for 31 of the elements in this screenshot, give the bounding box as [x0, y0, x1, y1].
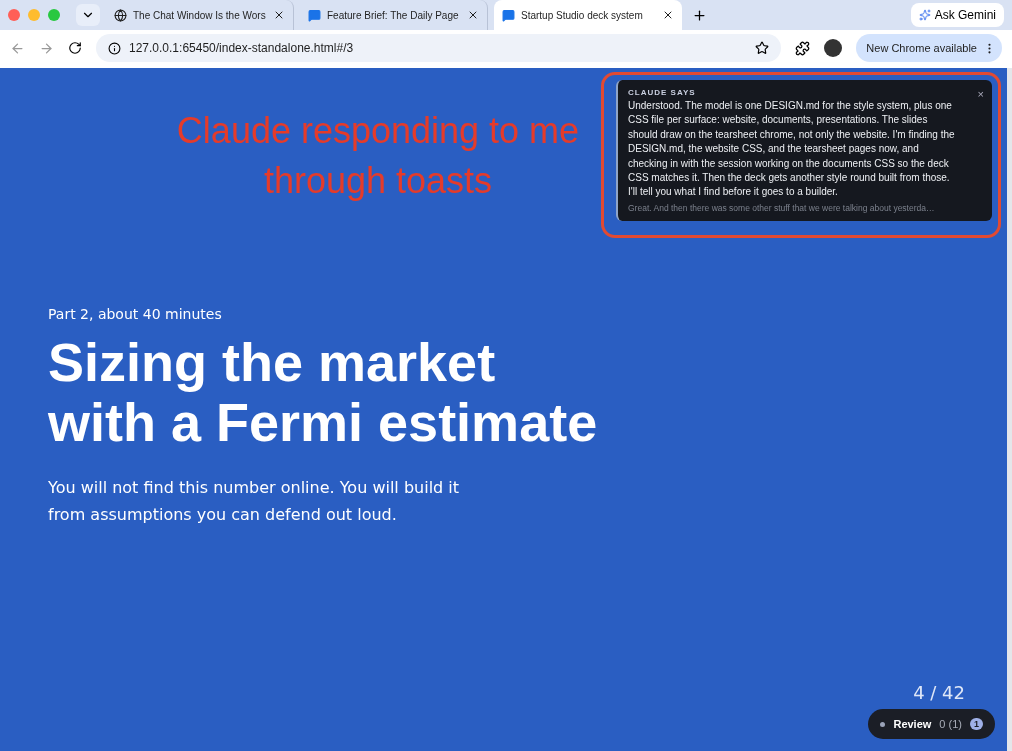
toast-preview: Great. And then there was some other stuff that we were talking about yesterda… [628, 202, 936, 213]
reload-icon[interactable] [68, 41, 82, 55]
ask-gemini-button[interactable]: Ask Gemini [910, 3, 1004, 27]
close-tab-icon[interactable] [273, 9, 285, 21]
globe-icon [114, 8, 127, 22]
slide-eyebrow: Part 2, about 40 minutes [48, 306, 223, 322]
close-tab-icon[interactable] [662, 9, 674, 21]
tab-search-button[interactable] [76, 4, 100, 26]
info-icon[interactable] [108, 41, 121, 55]
slide-counter: 4 / 42 [913, 682, 965, 703]
toast-heading: CLAUDE SAYS [628, 88, 697, 97]
chat-icon [308, 8, 321, 22]
browser-tab[interactable]: Startup Studio deck system [494, 0, 682, 30]
address-bar[interactable]: 127.0.0.1:65450/index-standalone.html#/3 [96, 34, 782, 62]
count-badge: 1 [970, 718, 983, 730]
close-tab-icon[interactable] [467, 9, 479, 21]
annotation-text: Claude responding to me through toasts [175, 109, 581, 204]
chat-icon [502, 8, 515, 22]
update-button[interactable]: New Chrome available [856, 34, 1002, 62]
toast-message: Understood. The model is one DESIGN.md for the style system, plus one CSS file per surface: website, documents, presentations. The slides should draw on the tearsheet chrome, not only the website. I'm finding the DESIGN.md, the website CSS, and the tearsheet pages now, and checking in with the session working on the documents CSS so the deck CSS matches it. Then the deck gets another style round built from those. I'll tell you what I find before it goes to a builder. [628, 99, 956, 200]
slide-title: Sizing the market with a Fermi estimate [48, 332, 599, 452]
bookmark-star-icon[interactable] [755, 41, 770, 55]
forward-icon[interactable] [39, 40, 54, 56]
review-button[interactable]: Review 0 (1) 1 [868, 709, 995, 739]
new-tab-icon[interactable] [692, 7, 707, 23]
back-icon[interactable] [10, 40, 25, 56]
extensions-icon[interactable] [795, 40, 811, 56]
close-button[interactable]: × [977, 88, 984, 100]
slide-subtitle: You will not find this number online. You will build it from assumptions you can defend out loud. [48, 477, 461, 526]
profile-avatar[interactable] [824, 39, 843, 57]
sparkle-icon [918, 9, 931, 21]
